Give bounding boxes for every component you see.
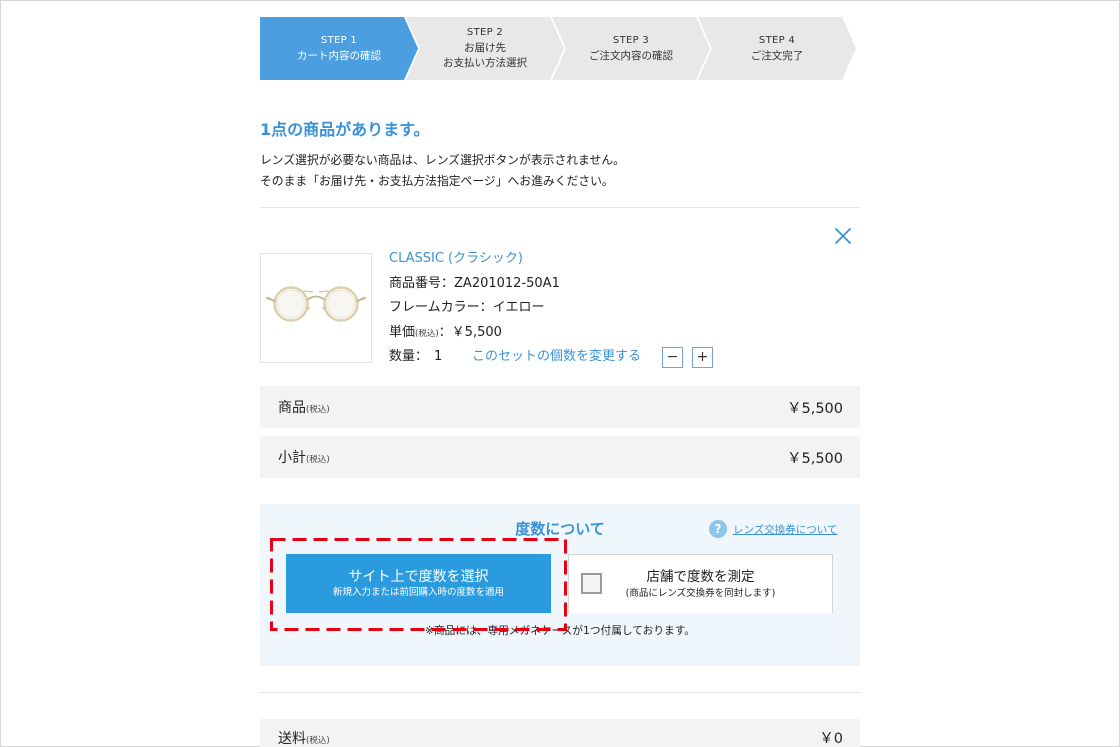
step-number: STEP 4 — [758, 35, 796, 46]
sku-value: ZA201012-50A1 — [454, 275, 560, 291]
step-label: カート内容の確認 — [297, 49, 381, 62]
summary-row-items: 商品(税込) ￥5,500 — [260, 386, 860, 428]
step-label: ご注文完了 — [750, 49, 804, 62]
checkbox-icon[interactable] — [581, 573, 602, 594]
increase-quantity-button[interactable]: + — [692, 347, 713, 368]
product-unit-price: 単価(税込)：￥5,500 — [389, 321, 860, 346]
close-icon[interactable] — [834, 227, 852, 245]
summary-amount: ￥5,500 — [786, 450, 843, 467]
price-value: ￥5,500 — [451, 324, 502, 340]
summary-amount: ￥5,500 — [786, 400, 843, 417]
quantity-value: 1 — [434, 349, 443, 364]
quantity-row: 数量： 1 このセットの個数を変更する − + — [389, 345, 860, 370]
color-label: フレームカラー： — [389, 300, 493, 315]
checkout-steps: STEP 1 カート内容の確認 STEP 2 お届け先 お支払い方法選択 STE… — [260, 17, 860, 80]
tax-note: (税込) — [415, 328, 439, 339]
step-number: STEP 2 — [466, 27, 504, 39]
cart-notice: レンズ選択が必要ない商品は、レンズ選択ボタンが表示されません。 そのまま「お届け… — [260, 150, 625, 192]
measure-in-store-option[interactable]: 店舗で度数を測定 (商品にレンズ交換券を同封します) — [568, 554, 833, 613]
summary-row-shipping: 送料(税込) ￥0 — [260, 719, 860, 747]
prescription-panel: 度数について ? レンズ交換券について サイト上で度数を選択 新規入力または前回… — [260, 504, 860, 666]
tax-note: (税込) — [306, 455, 330, 465]
question-circle-icon: ? — [709, 520, 727, 538]
help-link-text: レンズ交換券について — [733, 523, 838, 536]
divider — [260, 692, 860, 693]
summary-label-text: 小計 — [278, 450, 306, 466]
summary-label: 商品(税込) — [278, 397, 330, 417]
change-quantity-link[interactable]: このセットの個数を変更する — [472, 345, 641, 370]
glasses-icon — [265, 286, 367, 322]
step-number: STEP 3 — [612, 35, 650, 46]
step-label: お支払い方法選択 — [443, 57, 527, 70]
step-2: STEP 2 お届け先 お支払い方法選択 — [415, 17, 555, 80]
step-number: STEP 1 — [320, 35, 358, 46]
step-label: お届け先 — [464, 41, 506, 54]
product-frame-color: フレームカラー：イエロー — [389, 296, 860, 321]
cart-page: STEP 1 カート内容の確認 STEP 2 お届け先 お支払い方法選択 STE… — [260, 0, 860, 747]
product-name-link[interactable]: CLASSIC (クラシック) — [389, 247, 860, 272]
notice-line: そのまま「お届け先・お支払方法指定ページ」へお進みください。 — [260, 174, 614, 188]
sku-label: 商品番号： — [389, 275, 455, 291]
option-subtitle: (商品にレンズ交換券を同封します) — [625, 587, 776, 599]
divider — [260, 207, 860, 208]
step-label: ご注文内容の確認 — [589, 49, 673, 62]
step-3: STEP 3 ご注文内容の確認 — [561, 17, 701, 80]
tax-note: (税込) — [306, 405, 330, 415]
color-value: イエロー — [492, 300, 545, 315]
price-label: 単価 — [389, 324, 416, 340]
cart-count-heading: 1点の商品があります。 — [260, 120, 430, 139]
notice-line: レンズ選択が必要ない商品は、レンズ選択ボタンが表示されません。 — [260, 153, 625, 167]
lens-voucher-help-link[interactable]: ? レンズ交換券について — [709, 520, 837, 538]
summary-label-text: 商品 — [278, 400, 306, 416]
quantity-label: 数量： — [389, 349, 429, 364]
product-image[interactable] — [260, 253, 372, 363]
summary-label-text: 送料 — [278, 731, 306, 747]
step-4: STEP 4 ご注文完了 — [707, 17, 847, 80]
decrease-quantity-button[interactable]: − — [662, 347, 683, 368]
summary-label: 送料(税込) — [278, 732, 330, 747]
price-colon: ： — [438, 324, 452, 340]
tax-note: (税込) — [306, 736, 330, 746]
product-details: CLASSIC (クラシック) 商品番号：ZA201012-50A1 フレームカ… — [389, 247, 860, 370]
summary-row-subtotal: 小計(税込) ￥5,500 — [260, 436, 860, 478]
summary-amount: ￥0 — [819, 731, 843, 747]
summary-label: 小計(税込) — [278, 447, 330, 467]
option-title: 店舗で度数を測定 — [646, 568, 755, 585]
highlight-annotation — [270, 538, 567, 631]
step-1: STEP 1 カート内容の確認 — [269, 17, 409, 80]
product-sku: 商品番号：ZA201012-50A1 — [389, 272, 860, 297]
